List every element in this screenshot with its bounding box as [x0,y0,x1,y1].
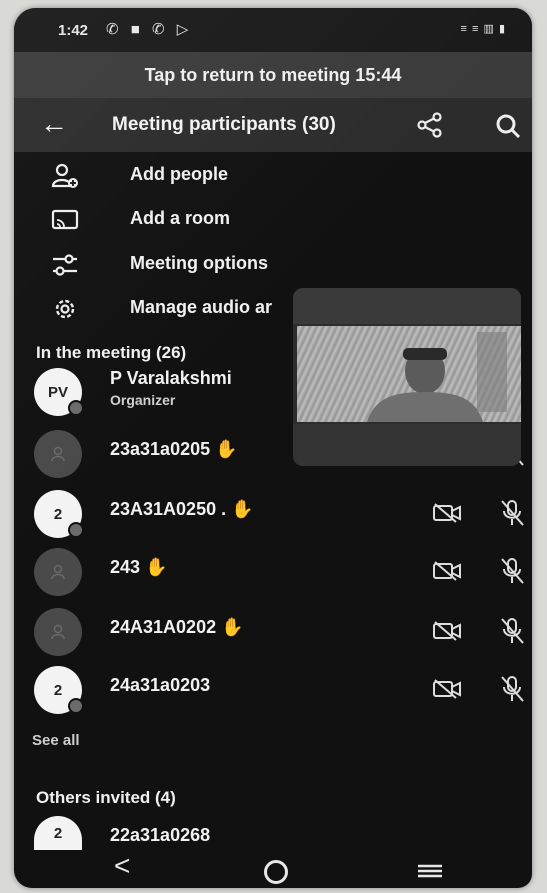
add-room-label: Add a room [130,208,231,228]
see-all-link[interactable]: See all [32,732,80,749]
presence-dot [68,522,84,538]
notification-icons: ✆ ■ ✆ ▷ [106,21,193,38]
participant-name: 23A31A0250 . ✋ [110,499,254,519]
person-icon [51,564,65,580]
menu-add-people[interactable]: Add people [14,154,532,198]
return-to-meeting-banner[interactable]: Tap to return to meeting 15:44 [14,52,532,98]
meeting-options-label: Meeting options [130,253,268,273]
participant-name: 22a31a0268 [110,825,211,845]
video-off-icon [433,679,461,699]
participant-name: 243 ✋ [110,557,168,577]
mic-off-icon [501,500,524,526]
participant-row[interactable]: 2 23A31A0250 . ✋ [14,486,532,544]
video-off-icon [433,503,461,523]
presence-dot [68,698,84,714]
participant-name: 24a31a0203 [110,675,211,695]
participant-row[interactable]: 243 ✋ [14,544,532,602]
cast-room-icon [51,209,79,230]
status-time: 1:42 [58,22,89,39]
video-preview-tile[interactable] [293,288,521,466]
participant-role: Organizer [110,392,176,408]
avatar-initials: PV [47,383,68,401]
video-off-icon [433,621,461,641]
back-arrow-icon[interactable]: ← [40,108,68,140]
header: ← Meeting participants (30) [14,98,532,152]
add-people-label: Add people [130,164,228,184]
participant-name: P Varalakshmi [110,368,232,388]
menu-add-room[interactable]: Add a room [14,198,532,242]
participant-name: 24A31A0202 ✋ [110,617,244,637]
others-invited-heading: Others invited (4) [36,788,176,807]
page-title: Meeting participants (30) [112,114,336,135]
video-tile-bottombar [293,424,521,466]
avatar: PV [34,368,84,416]
phone-screen: 1:42 ✆ ■ ✆ ▷ ≡ ≡ ▥ ▮ Tap to return to me… [14,8,532,888]
participant-row[interactable]: 2 22a31a0268 [14,812,532,852]
share-icon[interactable] [416,112,444,138]
return-to-meeting-text: Tap to return to meeting 15:44 [144,64,402,85]
nav-recents-button[interactable] [418,864,442,878]
video-tile-topbar [293,288,521,324]
mic-off-icon [501,618,524,644]
avatar-initials: 2 [53,681,63,699]
presence-dot [68,400,84,416]
participant-row[interactable]: 2 24a31a0203 [14,662,532,720]
nav-back-button[interactable]: < [114,850,130,882]
participant-name: 23a31a0205 ✋ [110,439,238,459]
avatar [34,548,82,596]
in-meeting-heading: In the meeting (26) [36,343,187,362]
person-silhouette [367,332,507,422]
mic-off-icon [501,558,524,584]
camera-feed [297,326,521,422]
nav-home-button[interactable] [264,860,288,884]
avatar: 2 [34,490,84,538]
manage-audio-label: Manage audio ar [130,297,273,317]
avatar: 2 [34,666,84,714]
mic-off-icon [501,676,524,702]
avatar-initials: 2 [53,505,63,523]
sliders-icon [53,254,77,276]
participant-row[interactable]: 24A31A0202 ✋ [14,604,532,662]
system-nav-bar: < [14,848,532,888]
avatar [34,430,82,478]
status-bar: 1:42 ✆ ■ ✆ ▷ ≡ ≡ ▥ ▮ [14,8,532,52]
avatar-initials: 2 [53,824,63,842]
add-person-icon [51,163,78,188]
search-icon[interactable] [494,112,522,140]
gear-icon [55,299,75,319]
avatar [34,608,82,656]
video-off-icon [433,561,461,581]
person-icon [51,446,65,462]
avatar: 2 [34,816,82,850]
signal-battery-icons: ≡ ≡ ▥ ▮ [460,23,506,35]
person-icon [51,624,65,640]
menu-meeting-options[interactable]: Meeting options [14,243,532,287]
